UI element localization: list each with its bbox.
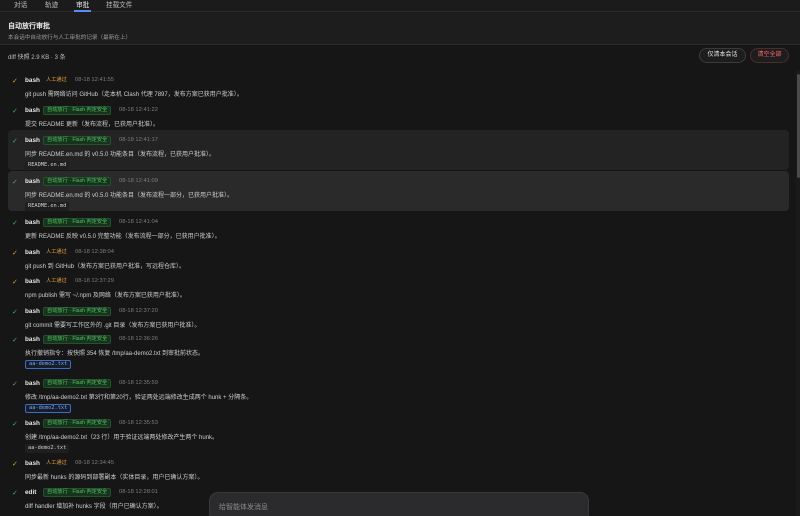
check-icon: ✓ [12,108,18,115]
tool-name: bash [25,308,40,315]
entry-description: 更新 README 反映 v0.5.0 完整功能（发布流程一部分，已获用户批准）… [25,234,221,240]
tool-name: edit [25,489,37,496]
entry-description: git push 到 GitHub（发布方案已获用户批准，写远程仓库）。 [25,264,186,270]
check-icon: ✓ [12,490,18,497]
page-title: 自动放行审批 [8,23,50,30]
check-icon: ✓ [12,220,18,227]
approval-entry: ✓ bash 人工通过 08-18 12:34:45 同步最新 hunks 的源码到部署… [8,453,789,481]
auto-approved-badge: 自动放行 · Flash 判定安全 [43,335,112,344]
clear-all-button[interactable]: 清空全部 [750,48,789,63]
tool-name: bash [25,336,40,343]
composer-placeholder: 给智能体发消息 [219,504,268,511]
tab-trajectory[interactable]: 轨迹 [45,1,58,10]
divider [0,44,800,45]
entry-description: 同步最新 hunks 的源码到部署副本（实体目录，用户已确认方案）。 [25,475,204,481]
tool-name: bash [25,219,40,226]
entry-timestamp: 08-18 12:36:26 [119,336,159,342]
entry-timestamp: 08-18 12:41:17 [119,137,159,143]
approval-entry: ✓ bash 自动放行 · Flash 判定安全 08-18 12:35:53 创建 /… [8,413,789,453]
tab-approvals[interactable]: 审批 [76,1,89,10]
tool-name: bash [25,137,40,144]
auto-approved-badge: 自动放行 · Flash 判定安全 [43,307,112,316]
page-header: 自动放行审批 本会话中自动放行与人工审批的记录（最新在上） [0,12,800,44]
tool-name: bash [25,178,40,185]
manual-approved-badge: 人工通过 [46,77,67,83]
entry-description: 执行撤销指令：按快照 354 恢复 /tmp/aa-demo2.txt 到审批前… [25,351,205,357]
tool-name: bash [25,420,40,427]
approval-list: ✓ bash 人工通过 08-18 12:41:55 git push 需网络访问 Gi… [0,70,796,516]
entry-description: 创建 /tmp/aa-demo2.txt（23 行）用于验证远端两处修改产生两个… [25,435,219,441]
file-chip[interactable]: aa-demo2.txt [25,404,72,413]
entry-description: git commit 需要写工作区外的 .git 目录（发布方案已获用户批准）。 [25,323,201,329]
tool-name: bash [25,107,40,114]
entry-description: 同步 README.en.md 的 v0.5.0 功能条目（发布流程，已获用户批… [25,152,216,158]
file-chip[interactable]: README.en.md [25,202,70,211]
entry-timestamp: 08-18 12:41:22 [119,107,159,113]
entry-timestamp: 08-18 12:28:01 [119,489,159,495]
check-icon: ✓ [12,138,18,145]
entry-description: diff handler 增加补 hunks 字段（用户已确认方案）。 [25,504,163,510]
check-icon: ✓ [12,179,18,186]
file-chip[interactable]: aa-demo2.txt [25,444,70,453]
manual-approved-badge: 人工通过 [46,278,67,284]
approval-entry: ✓ bash 自动放行 · Flash 判定安全 08-18 12:41:09 同步 R… [8,171,789,211]
auto-approved-badge: 自动放行 · Flash 判定安全 [43,419,112,428]
check-icon: ✓ [12,309,18,316]
check-icon: ✓ [12,279,18,286]
approval-entry: ✓ bash 自动放行 · Flash 判定安全 08-18 12:35:59 修改 /… [8,373,789,413]
entry-timestamp: 08-18 12:35:59 [119,380,159,386]
approval-entry: ✓ bash 自动放行 · Flash 判定安全 08-18 12:41:17 同步 R… [8,130,789,170]
auto-approved-badge: 自动放行 · Flash 判定安全 [43,106,112,115]
approval-entry: ✓ bash 自动放行 · Flash 判定安全 08-18 12:41:04 更新 R… [8,212,789,240]
auto-approved-badge: 自动放行 · Flash 判定安全 [43,218,112,227]
check-icon: ✓ [12,337,18,344]
entry-timestamp: 08-18 12:41:55 [75,77,115,83]
check-icon: ✓ [12,250,18,257]
message-composer[interactable]: 给智能体发消息 [209,492,589,516]
entry-description: 同步 README.en.md 的 v0.5.0 功能条目（发布流程一部分，已获… [25,193,234,199]
tool-name: bash [25,249,40,256]
tool-name: bash [25,77,40,84]
entry-timestamp: 08-18 12:41:04 [119,219,159,225]
tab-mounted-files[interactable]: 挂载文件 [106,1,132,10]
approval-entry: ✓ bash 人工通过 08-18 12:37:29 npm publish 需写 ~/… [8,271,789,299]
page-subtitle: 本会话中自动放行与人工审批的记录（最新在上） [8,35,132,41]
tab-bar: 对话 轨迹 审批 挂载文件 [0,0,800,12]
entry-timestamp: 08-18 12:34:45 [75,460,115,466]
check-icon: ✓ [12,78,18,85]
check-icon: ✓ [12,461,18,468]
tool-name: bash [25,460,40,467]
entry-description: 修改 /tmp/aa-demo2.txt 第3行和第20行，验证两处远端修改生成… [25,395,253,401]
approval-entry: ✓ bash 自动放行 · Flash 判定安全 08-18 12:41:22 提交 R… [8,100,789,128]
entry-timestamp: 08-18 12:38:04 [75,249,115,255]
file-chip[interactable]: aa-demo2.txt [25,360,72,369]
tool-name: bash [25,380,40,387]
tab-chat[interactable]: 对话 [14,1,27,10]
approval-entry: ✓ bash 自动放行 · Flash 判定安全 08-18 12:37:20 git … [8,301,789,329]
entry-timestamp: 08-18 12:37:29 [75,278,115,284]
entry-description: git push 需网络访问 GitHub（走本机 Clash 代理 7897，… [25,92,243,98]
entry-timestamp: 08-18 12:37:20 [119,308,159,314]
entry-description: npm publish 需写 ~/.npm 及网络（发布方案已获用户批准）。 [25,293,186,299]
auto-approved-badge: 自动放行 · Flash 判定安全 [43,379,112,388]
approval-entry: ✓ bash 人工通过 08-18 12:41:55 git push 需网络访问 Gi… [8,70,789,98]
manual-approved-badge: 人工通过 [46,460,67,466]
file-chip[interactable]: README.en.md [25,161,70,170]
tool-name: bash [25,278,40,285]
clear-session-button[interactable]: 仅清本会话 [699,48,746,63]
entry-description: 提交 README 更新（发布流程，已获用户批准）。 [25,122,160,128]
auto-approved-badge: 自动放行 · Flash 判定安全 [43,177,112,186]
auto-approved-badge: 自动放行 · Flash 判定安全 [43,136,112,145]
check-icon: ✓ [12,381,18,388]
approval-entry: ✓ bash 人工通过 08-18 12:38:04 git push 到 GitHub… [8,242,789,270]
manual-approved-badge: 人工通过 [46,249,67,255]
entry-timestamp: 08-18 12:41:09 [119,178,159,184]
approval-entry: ✓ bash 自动放行 · Flash 判定安全 08-18 12:36:26 执行撤销… [8,329,789,369]
entry-timestamp: 08-18 12:35:53 [119,420,159,426]
auto-approved-badge: 自动放行 · Flash 判定安全 [43,488,112,497]
check-icon: ✓ [12,421,18,428]
diff-snapshot-info: diff 快照 2.9 KB · 3 条 [8,55,66,61]
